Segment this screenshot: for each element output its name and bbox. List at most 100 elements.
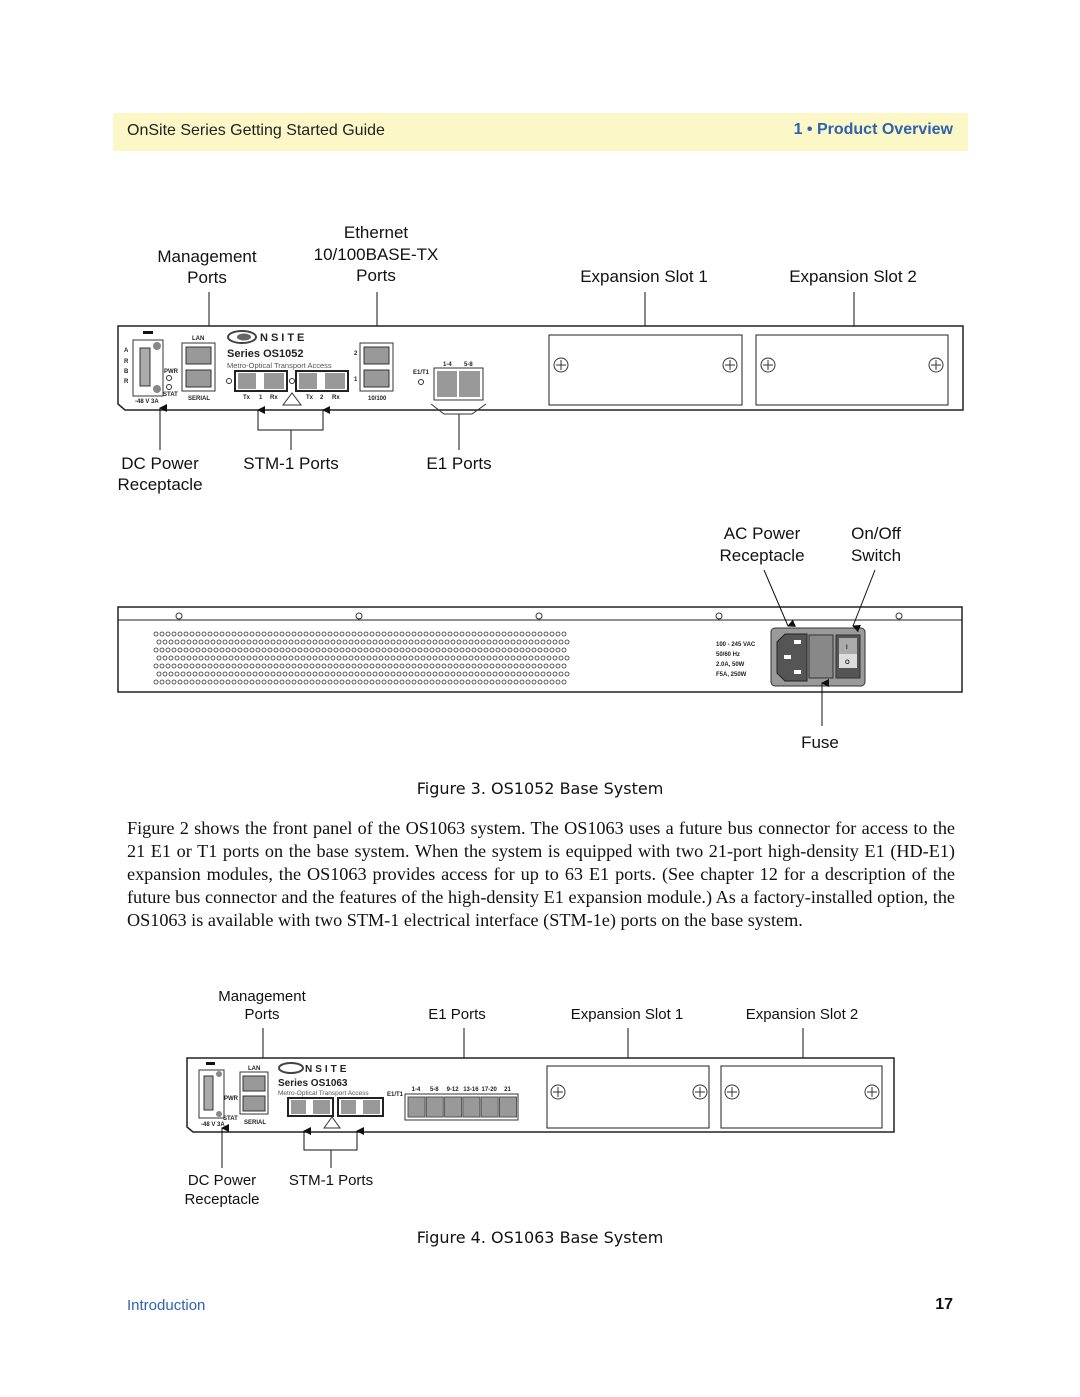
vent-hole [171, 647, 177, 653]
vent-hole [477, 663, 483, 669]
vent-hole [186, 655, 192, 661]
vent-hole [165, 679, 171, 685]
vent-hole [525, 631, 531, 637]
vent-hole [426, 639, 432, 645]
vent-hole [321, 679, 327, 685]
vent-hole [432, 671, 438, 677]
vent-hole [195, 631, 201, 637]
vent-hole [474, 655, 480, 661]
vent-hole [381, 647, 387, 653]
vent-hole [537, 647, 543, 653]
vent-hole [438, 655, 444, 661]
vent-hole [174, 655, 180, 661]
footer-section[interactable]: Introduction [127, 1297, 205, 1314]
vent-hole [339, 647, 345, 653]
label-e1-ports: E1 Ports [428, 1006, 486, 1023]
vent-hole [549, 679, 555, 685]
vent-hole [339, 679, 345, 685]
panel-label: 100 - 245 VAC [716, 642, 756, 648]
vent-hole [405, 679, 411, 685]
vent-hole [504, 639, 510, 645]
vent-hole [471, 647, 477, 653]
vent-hole [315, 631, 321, 637]
vent-hole [246, 671, 252, 677]
vent-hole [288, 671, 294, 677]
vent-hole [531, 631, 537, 637]
vent-hole [516, 655, 522, 661]
vent-hole [291, 647, 297, 653]
figure3-caption: Figure 3. OS1052 Base System [416, 779, 664, 798]
vent-hole [243, 647, 249, 653]
vent-hole [189, 647, 195, 653]
vent-hole [519, 663, 525, 669]
vent-hole [234, 671, 240, 677]
vent-hole [204, 655, 210, 661]
vent-hole [477, 631, 483, 637]
vent-hole [423, 663, 429, 669]
panel-label: R [124, 359, 129, 365]
vent-hole [522, 655, 528, 661]
vent-hole [192, 671, 198, 677]
vent-hole [228, 671, 234, 677]
vent-hole [513, 647, 519, 653]
vent-hole [264, 639, 270, 645]
vent-hole [348, 671, 354, 677]
vent-hole [399, 631, 405, 637]
vent-hole [402, 671, 408, 677]
vent-hole [411, 679, 417, 685]
vent-hole [180, 639, 186, 645]
vent-hole [231, 663, 237, 669]
vent-hole [273, 631, 279, 637]
vent-hole [372, 655, 378, 661]
vent-hole [219, 647, 225, 653]
e1-group-label: 1-4 [412, 1087, 421, 1093]
vent-hole [168, 639, 174, 645]
vent-hole [558, 671, 564, 677]
vent-hole [201, 647, 207, 653]
e1-group-label: 21 [504, 1087, 511, 1093]
vent-hole [441, 647, 447, 653]
vent-hole [507, 631, 513, 637]
vent-hole [204, 639, 210, 645]
vent-hole [225, 631, 231, 637]
vent-hole [282, 655, 288, 661]
vent-hole [522, 639, 528, 645]
label-management: Management [157, 247, 257, 266]
vent-hole [504, 671, 510, 677]
vent-hole [483, 631, 489, 637]
vent-hole [453, 631, 459, 637]
vent-hole [342, 639, 348, 645]
vent-hole [348, 639, 354, 645]
vent-hole [327, 663, 333, 669]
vent-hole [363, 647, 369, 653]
vent-hole [339, 631, 345, 637]
vent-hole [165, 663, 171, 669]
vent-hole [435, 647, 441, 653]
vent-hole [288, 655, 294, 661]
vent-hole [525, 663, 531, 669]
vent-hole [480, 655, 486, 661]
vent-hole [261, 679, 267, 685]
vent-hole [429, 647, 435, 653]
vent-hole [375, 663, 381, 669]
vent-hole [387, 663, 393, 669]
e1-port-group [462, 1096, 481, 1118]
vent-hole [261, 631, 267, 637]
vent-hole [255, 663, 261, 669]
vent-hole [483, 679, 489, 685]
vent-hole [495, 631, 501, 637]
vent-hole [195, 647, 201, 653]
vent-hole [216, 639, 222, 645]
vent-hole [312, 671, 318, 677]
vent-hole [480, 639, 486, 645]
e1-port-group [444, 1096, 463, 1118]
vent-hole [507, 679, 513, 685]
vent-hole [246, 639, 252, 645]
vent-hole [342, 671, 348, 677]
vent-hole [459, 631, 465, 637]
vent-hole [189, 679, 195, 685]
vent-hole [543, 647, 549, 653]
vent-hole [285, 679, 291, 685]
vent-hole [270, 639, 276, 645]
vent-hole [312, 655, 318, 661]
